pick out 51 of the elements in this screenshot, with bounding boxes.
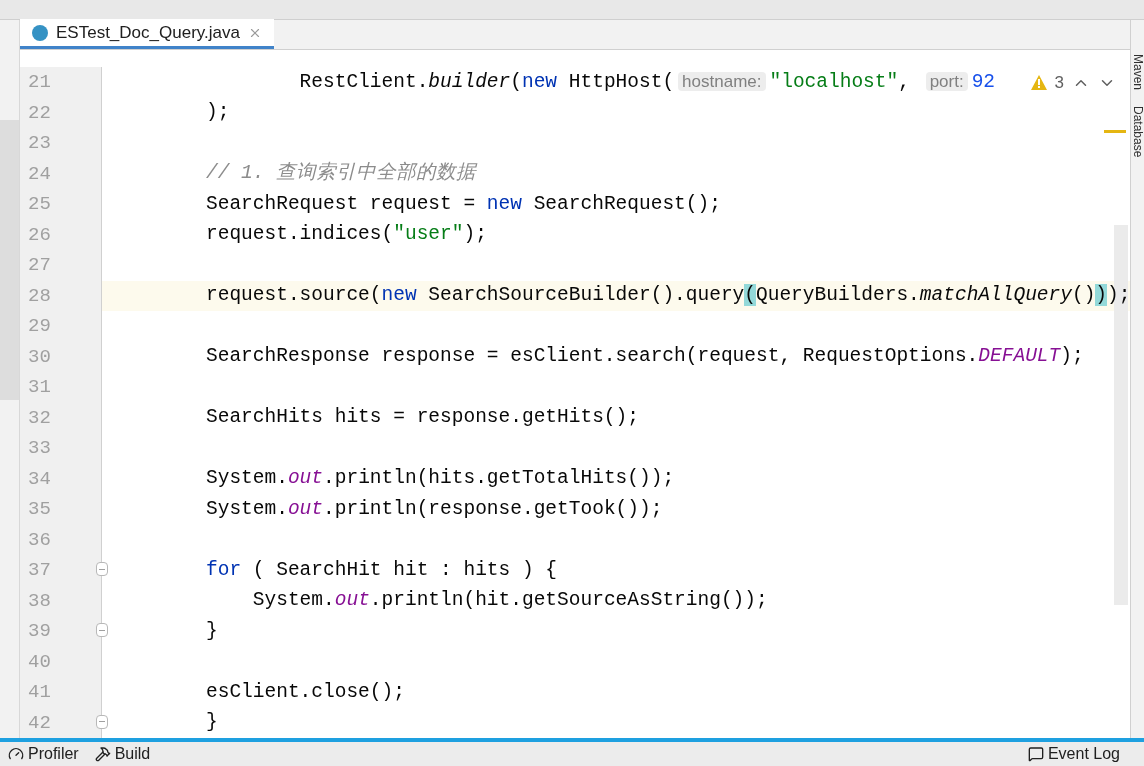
gauge-icon xyxy=(8,746,24,762)
code-line: for ( SearchHit hit : hits ) { xyxy=(206,560,558,580)
code-line: esClient.close(); xyxy=(206,682,405,702)
line-number: 33 xyxy=(28,436,51,461)
speech-bubble-icon xyxy=(1027,746,1044,762)
warning-icon xyxy=(1030,75,1047,91)
line-number: 22 xyxy=(28,100,51,126)
line-number: 35 xyxy=(28,497,51,522)
line-number: 39 xyxy=(28,619,51,644)
code-line: request.source(new SearchSourceBuilder().query(QueryBuilders.matchAllQuery())); xyxy=(206,286,1131,306)
fold-icon[interactable] xyxy=(96,562,108,576)
editor-tab[interactable]: ESTest_Doc_Query.java xyxy=(20,19,274,49)
line-number: 32 xyxy=(28,405,51,431)
line-number: 30 xyxy=(28,344,51,370)
code-line: System.out.println(hits.getTotalHits()); xyxy=(206,469,675,489)
code-line: request.indices("user"); xyxy=(206,225,487,245)
line-number: 21 xyxy=(28,70,51,95)
line-number: 29 xyxy=(28,314,51,339)
code-line: SearchHits hits = response.getHits(); xyxy=(206,408,639,428)
tool-window-tab[interactable]: Maven xyxy=(1131,54,1144,91)
line-number: 34 xyxy=(28,466,51,492)
hammer-icon xyxy=(94,746,111,762)
line-number: 31 xyxy=(28,375,51,400)
side-scrollbar-thumb[interactable] xyxy=(0,120,19,400)
line-number: 27 xyxy=(28,253,51,278)
code-line: System.out.println(hit.getSourceAsString()); xyxy=(251,591,768,611)
line-number: 40 xyxy=(28,649,51,675)
line-number: 25 xyxy=(28,192,51,217)
line-number: 23 xyxy=(28,131,51,156)
line-number: 28 xyxy=(28,283,51,309)
code-line: SearchResponse response = esClient.search(request, RequestOptions.DEFAULT); xyxy=(206,347,1084,367)
code-line: RestClient.builder(new HttpHost( hostname: "localhost", port: 92 xyxy=(298,72,996,92)
tool-window-tab[interactable]: Database xyxy=(1131,106,1144,158)
line-number: 26 xyxy=(28,222,51,248)
code-line: System.out.println(response.getTook()); xyxy=(206,499,663,519)
code-line: SearchRequest request = new SearchRequest(); xyxy=(206,194,721,214)
tool-window-button[interactable]: Build xyxy=(94,742,151,766)
line-number: 41 xyxy=(28,680,51,705)
line-number: 36 xyxy=(28,527,51,553)
fold-icon[interactable] xyxy=(96,623,108,637)
tool-window-button[interactable]: Profiler xyxy=(8,742,79,766)
code-line: } xyxy=(206,621,218,641)
line-number: 38 xyxy=(28,588,51,614)
tool-window-button[interactable]: Event Log xyxy=(1027,742,1120,766)
line-number: 37 xyxy=(28,558,51,583)
code-line: } xyxy=(206,713,218,733)
line-number: 42 xyxy=(28,710,51,736)
line-number: 24 xyxy=(28,161,51,187)
class-file-icon xyxy=(32,24,48,41)
code-line: ); xyxy=(206,103,230,123)
fold-icon[interactable] xyxy=(96,714,108,729)
